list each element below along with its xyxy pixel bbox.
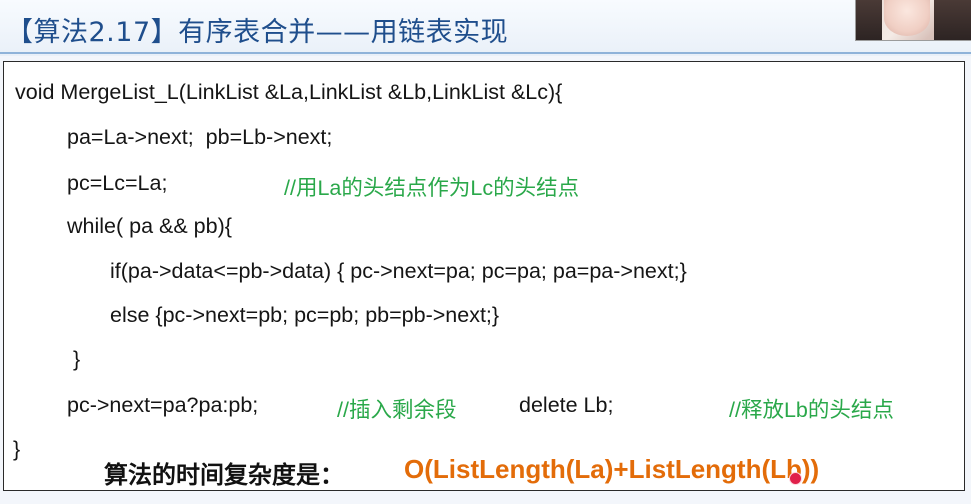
code-line-init-pointers: pa=La->next; pb=Lb->next; [67,125,333,149]
code-line-delete-lb: delete Lb; [519,393,614,417]
webcam-hair-right [934,0,971,40]
laser-pointer-icon [789,472,802,485]
slide-header: 【算法2.17】有序表合并——用链表实现 [0,0,971,56]
code-line-else: else {pc->next=pb; pc=pb; pb=pb->next;} [110,303,500,327]
webcam-face [884,0,930,36]
code-line-init-pc: pc=Lc=La; [67,171,168,195]
webcam-hair-left [856,0,882,40]
code-comment-free-head: //释放Lb的头结点 [729,398,894,422]
code-line-while: while( pa && pb){ [67,214,232,238]
code-line-append-rest: pc->next=pa?pa:pb; [67,393,259,417]
complexity-value: O(ListLength(La)+ListLength(Lb)) [404,454,820,484]
slide-title: 【算法2.17】有序表合并——用链表实现 [6,17,509,48]
code-line-if: if(pa->data<=pb->data) { pc->next=pa; pc… [110,259,687,283]
webcam-overlay [855,0,971,41]
code-line-while-close: } [73,347,81,371]
title-underline [0,52,971,54]
code-comment-head-node: //用La的头结点作为Lc的头结点 [284,176,580,200]
code-line-function-close: } [13,437,21,461]
code-comment-insert-rest: //插入剩余段 [337,398,457,422]
code-line-signature: void MergeList_L(LinkList &La,LinkList &… [15,80,563,104]
complexity-label: 算法的时间复杂度是： [104,461,344,489]
